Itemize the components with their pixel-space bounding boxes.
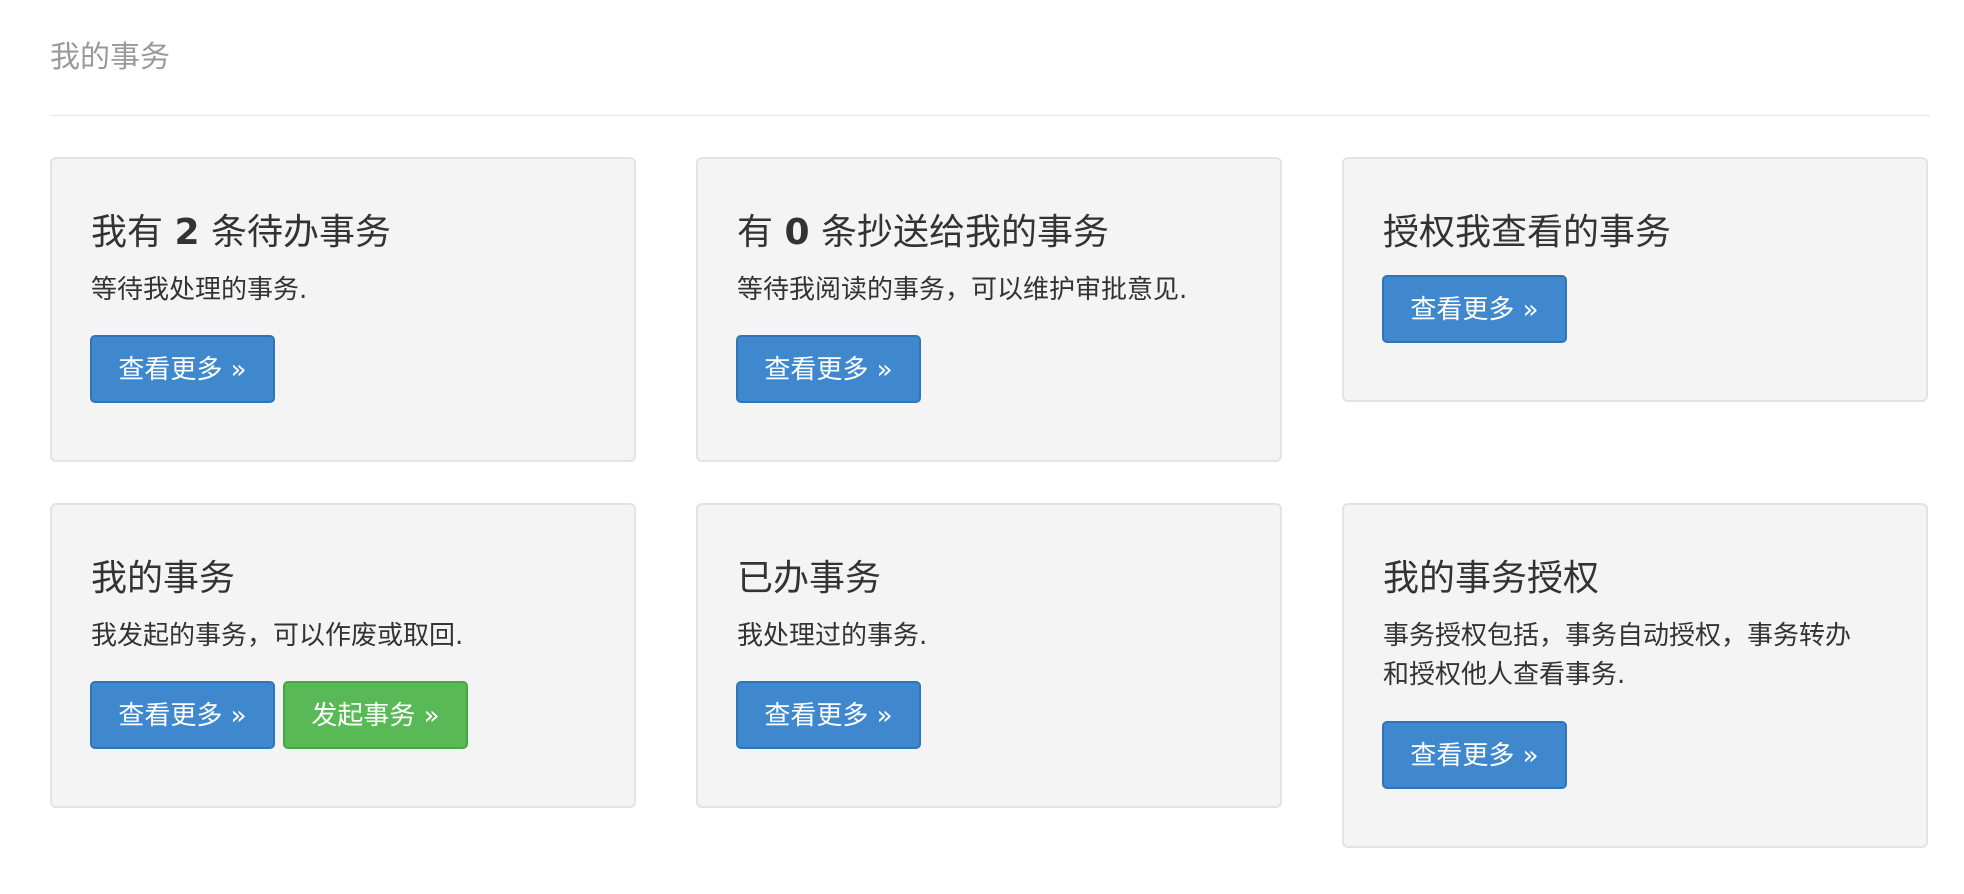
card-title: 有 0 条抄送给我的事务: [737, 211, 1109, 255]
description-line: 和授权他人查看事务.: [1383, 660, 1626, 690]
card-title: 我有 2 条待办事务: [91, 211, 391, 255]
view-more-button[interactable]: 查看更多 »: [90, 335, 275, 403]
title-suffix: 条抄送给我的事务: [809, 212, 1109, 253]
title-prefix: 我有: [91, 212, 175, 253]
card-description: 等待我处理的事务.: [91, 275, 308, 305]
card-authorized-view: 授权我查看的事务 查看更多 »: [1342, 157, 1928, 402]
card-authorization: 我的事务授权 事务授权包括，事务自动授权，事务转办 和授权他人查看事务. 查看更…: [1342, 503, 1928, 848]
view-more-button[interactable]: 查看更多 »: [90, 681, 275, 749]
card-description: 等待我阅读的事务，可以维护审批意见.: [737, 275, 1188, 305]
page-header: 我的事务: [50, 30, 1930, 116]
card-description: 事务授权包括，事务自动授权，事务转办 和授权他人查看事务.: [1383, 617, 1851, 695]
title-prefix: 有: [737, 212, 785, 253]
card-title: 我的事务授权: [1383, 558, 1600, 599]
view-more-button[interactable]: 查看更多 »: [1382, 721, 1567, 789]
cc-count: 0: [784, 212, 810, 253]
card-my-affairs: 我的事务 我发起的事务，可以作废或取回. 查看更多 » 发起事务 »: [50, 503, 636, 808]
view-more-button[interactable]: 查看更多 »: [736, 335, 921, 403]
view-more-button[interactable]: 查看更多 »: [1382, 275, 1567, 343]
card-todo: 我有 2 条待办事务 等待我处理的事务. 查看更多 »: [50, 157, 636, 462]
card-description: 我处理过的事务.: [737, 621, 928, 651]
card-title: 我的事务: [91, 558, 236, 599]
card-title: 已办事务: [737, 558, 882, 599]
start-affair-button[interactable]: 发起事务 »: [283, 681, 468, 749]
card-cc: 有 0 条抄送给我的事务 等待我阅读的事务，可以维护审批意见. 查看更多 »: [696, 157, 1282, 462]
card-title: 授权我查看的事务: [1383, 212, 1672, 253]
card-description: 我发起的事务，可以作废或取回.: [91, 621, 464, 651]
page: 我的事务 我有 2 条待办事务 等待我处理的事务. 查看更多 » 有 0 条抄送…: [0, 0, 1964, 894]
card-done: 已办事务 我处理过的事务. 查看更多 »: [696, 503, 1282, 808]
todo-count: 2: [174, 212, 200, 253]
page-title: 我的事务: [50, 40, 170, 75]
description-line: 事务授权包括，事务自动授权，事务转办: [1383, 621, 1852, 651]
view-more-button[interactable]: 查看更多 »: [736, 681, 921, 749]
title-suffix: 条待办事务: [199, 212, 391, 253]
